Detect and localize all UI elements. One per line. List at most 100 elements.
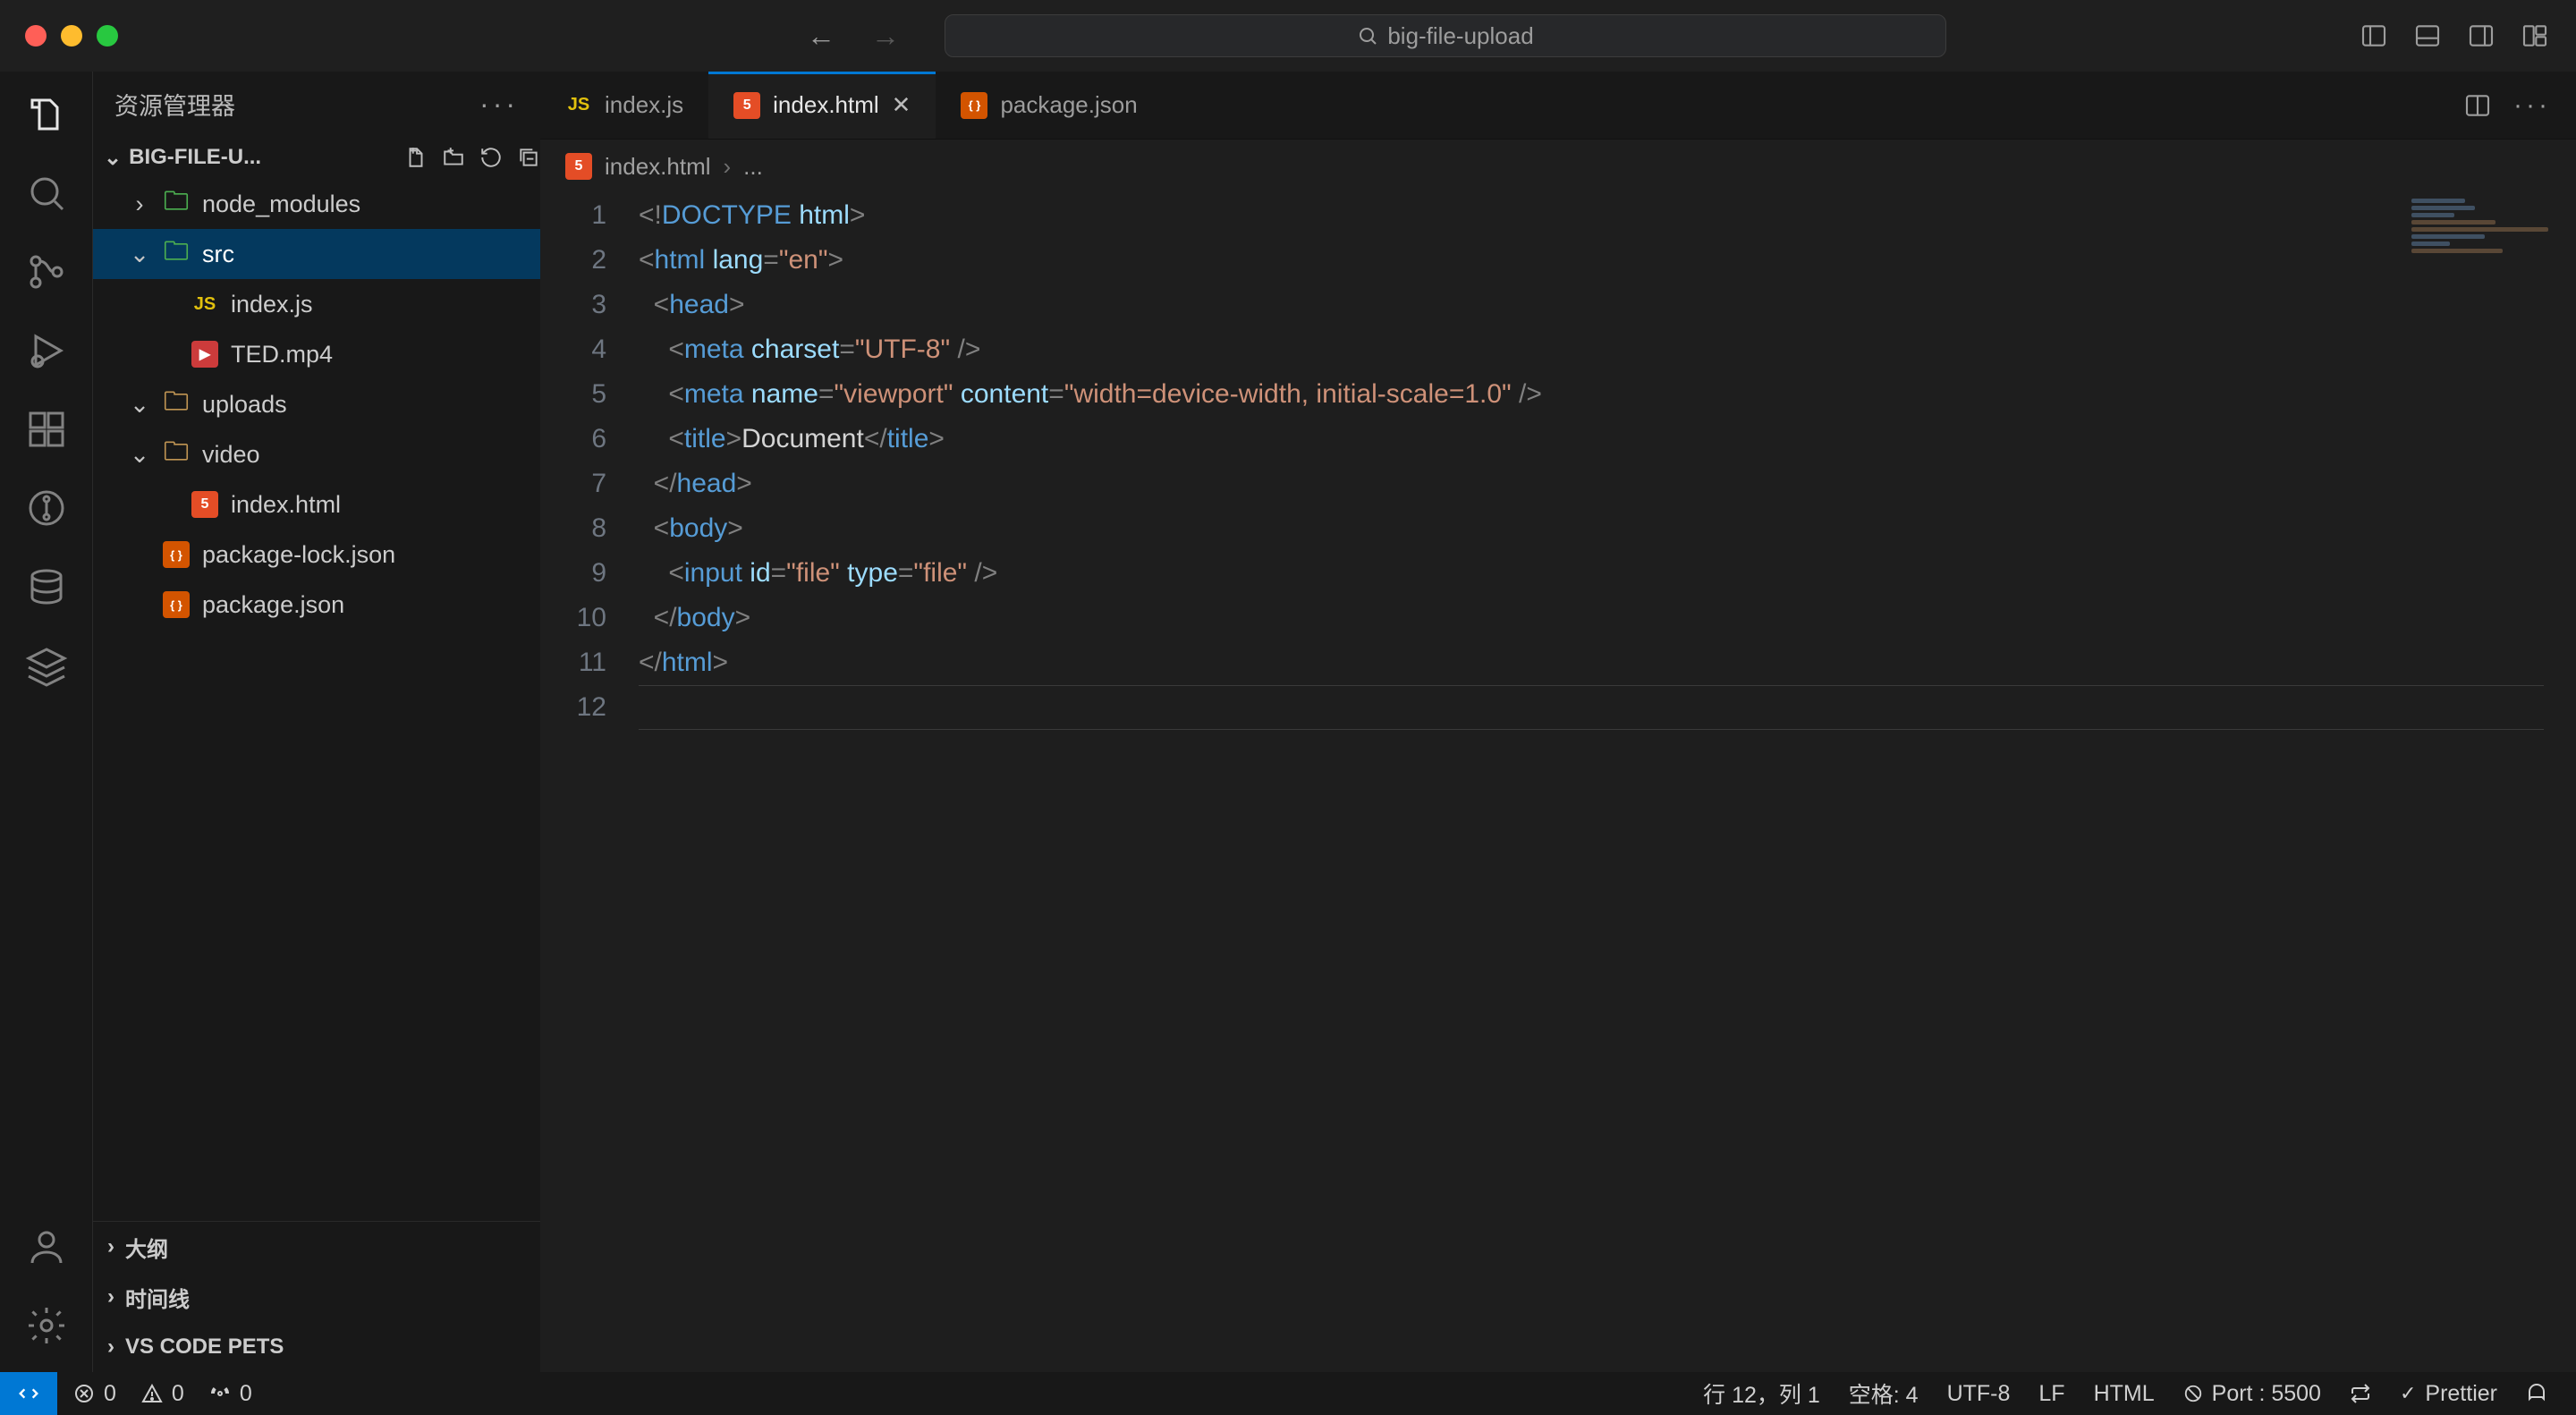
new-folder-icon[interactable] [442, 146, 465, 169]
line-gutter: 123456789101112 [540, 193, 639, 1372]
chevron-icon: ⌄ [129, 391, 150, 419]
sidebar-sections: › 大纲 ›时间线 › VS CODE PETS [93, 1221, 540, 1372]
editor-tab[interactable]: JSindex.js [540, 72, 708, 139]
run-debug-icon[interactable] [25, 329, 68, 372]
chevron-icon: ⌄ [129, 241, 150, 268]
tree-label: video [202, 441, 260, 469]
refresh-icon[interactable] [479, 146, 503, 169]
live-server-status[interactable]: Port : 5500 [2183, 1381, 2321, 1407]
nav-forward-icon[interactable]: → [871, 20, 900, 53]
project-header[interactable]: ⌄ BIG-FILE-U... [93, 136, 540, 179]
tree-label: index.html [231, 491, 341, 519]
split-editor-icon[interactable] [2463, 91, 2492, 120]
encoding-status[interactable]: UTF-8 [1947, 1381, 2011, 1407]
minimap[interactable] [2411, 199, 2563, 252]
editor-area: JSindex.js5index.html✕{ }package.json ··… [540, 72, 2576, 1372]
tree-label: uploads [202, 391, 287, 419]
notifications-icon[interactable] [2526, 1383, 2547, 1404]
cursor-position[interactable]: 行 12，列 1 [1703, 1377, 1820, 1410]
chevron-right-icon: › [107, 1335, 114, 1360]
tree-label: node_modules [202, 191, 360, 218]
project-name: BIG-FILE-U... [129, 145, 261, 170]
section-label: 时间线 [125, 1282, 190, 1313]
tree-folder[interactable]: ⌄🗀uploads [93, 379, 540, 429]
prettier-status[interactable]: ✓Prettier [2400, 1381, 2497, 1407]
tab-more-icon[interactable]: ··· [2513, 90, 2551, 121]
git-graph-icon[interactable] [25, 487, 68, 530]
warning-count: 0 [172, 1381, 184, 1407]
extensions-icon[interactable] [25, 408, 68, 451]
panel-right-icon[interactable] [2467, 21, 2496, 50]
source-control-icon[interactable] [25, 250, 68, 293]
sidebar-section[interactable]: ›时间线 [93, 1272, 540, 1322]
ports-count: 0 [240, 1381, 252, 1407]
tab-label: package.json [1000, 91, 1137, 119]
chevron-icon: ⌄ [129, 441, 150, 469]
minimize-window-icon[interactable] [61, 25, 82, 47]
tree-label: package-lock.json [202, 541, 395, 569]
explorer-icon[interactable] [25, 93, 68, 136]
section-label: VS CODE PETS [125, 1335, 284, 1360]
close-window-icon[interactable] [25, 25, 47, 47]
sidebar-section[interactable]: › VS CODE PETS [93, 1322, 540, 1372]
breadcrumb-rest: ... [743, 153, 763, 181]
panel-bottom-icon[interactable] [2413, 21, 2442, 50]
search-icon [1357, 25, 1378, 47]
editor-tabs: JSindex.js5index.html✕{ }package.json ··… [540, 72, 2576, 140]
chevron-right-icon: › [107, 1234, 114, 1259]
new-file-icon[interactable] [404, 146, 428, 169]
chevron-icon: › [129, 191, 150, 218]
section-label: 大纲 [125, 1232, 168, 1263]
settings-gear-icon[interactable] [25, 1304, 68, 1347]
database-icon[interactable] [25, 565, 68, 608]
collapse-all-icon[interactable] [517, 146, 540, 169]
error-count: 0 [104, 1381, 116, 1407]
search-activity-icon[interactable] [25, 172, 68, 215]
tree-file[interactable]: { }package-lock.json [93, 530, 540, 580]
remote-indicator[interactable] [0, 1372, 57, 1415]
code-editor[interactable]: 123456789101112 <!DOCTYPE html><html lan… [540, 193, 2576, 1372]
nav-back-icon[interactable]: ← [807, 20, 835, 53]
command-center[interactable]: big-file-upload [945, 14, 1946, 57]
editor-tab[interactable]: { }package.json [936, 72, 1162, 139]
eol-status[interactable]: LF [2038, 1381, 2064, 1407]
account-icon[interactable] [25, 1225, 68, 1268]
tree-folder[interactable]: ⌄🗀video [93, 429, 540, 479]
tree-label: TED.mp4 [231, 341, 333, 369]
editor-tab[interactable]: 5index.html✕ [708, 72, 936, 139]
sidebar-more-icon[interactable]: ··· [479, 88, 519, 121]
customize-layout-icon[interactable] [2521, 21, 2549, 50]
sidebar-title: 资源管理器 [114, 87, 235, 122]
layers-icon[interactable] [25, 644, 68, 687]
sidebar-header: 资源管理器 ··· [93, 72, 540, 136]
language-status[interactable]: HTML [2094, 1381, 2155, 1407]
breadcrumb[interactable]: 5 index.html › ... [540, 140, 2576, 193]
activity-bar [0, 72, 93, 1372]
breadcrumb-file: index.html [605, 153, 711, 181]
tree-folder[interactable]: ⌄🗀src [93, 229, 540, 279]
close-tab-icon[interactable]: ✕ [892, 91, 911, 119]
problems-errors[interactable]: 0 [73, 1381, 116, 1407]
tree-file[interactable]: ▶TED.mp4 [93, 329, 540, 379]
tree-folder[interactable]: ›🗀node_modules [93, 179, 540, 229]
code-content[interactable]: <!DOCTYPE html><html lang="en"> <head> <… [639, 193, 2576, 1372]
title-bar: ← → big-file-upload [0, 0, 2576, 72]
file-tree: ›🗀node_modules⌄🗀srcJSindex.js▶TED.mp4⌄🗀u… [93, 179, 540, 1221]
tree-label: package.json [202, 591, 344, 619]
status-bar: 0 0 0 行 12，列 1 空格: 4 UTF-8 LF HTML Port … [0, 1372, 2576, 1415]
layout-controls [2360, 21, 2549, 50]
tree-file[interactable]: 5index.html [93, 479, 540, 530]
problems-warnings[interactable]: 0 [141, 1381, 184, 1407]
sidebar-section[interactable]: › 大纲 [93, 1222, 540, 1272]
ports-status[interactable]: 0 [209, 1381, 252, 1407]
indent-status[interactable]: 空格: 4 [1849, 1377, 1919, 1410]
search-text: big-file-upload [1387, 22, 1533, 50]
chevron-down-icon: ⌄ [104, 145, 122, 171]
panel-left-icon[interactable] [2360, 21, 2388, 50]
tree-file[interactable]: JSindex.js [93, 279, 540, 329]
maximize-window-icon[interactable] [97, 25, 118, 47]
tree-file[interactable]: { }package.json [93, 580, 540, 630]
tree-label: index.js [231, 291, 313, 318]
git-sync-icon[interactable] [2350, 1383, 2371, 1404]
tab-label: index.js [605, 91, 683, 119]
